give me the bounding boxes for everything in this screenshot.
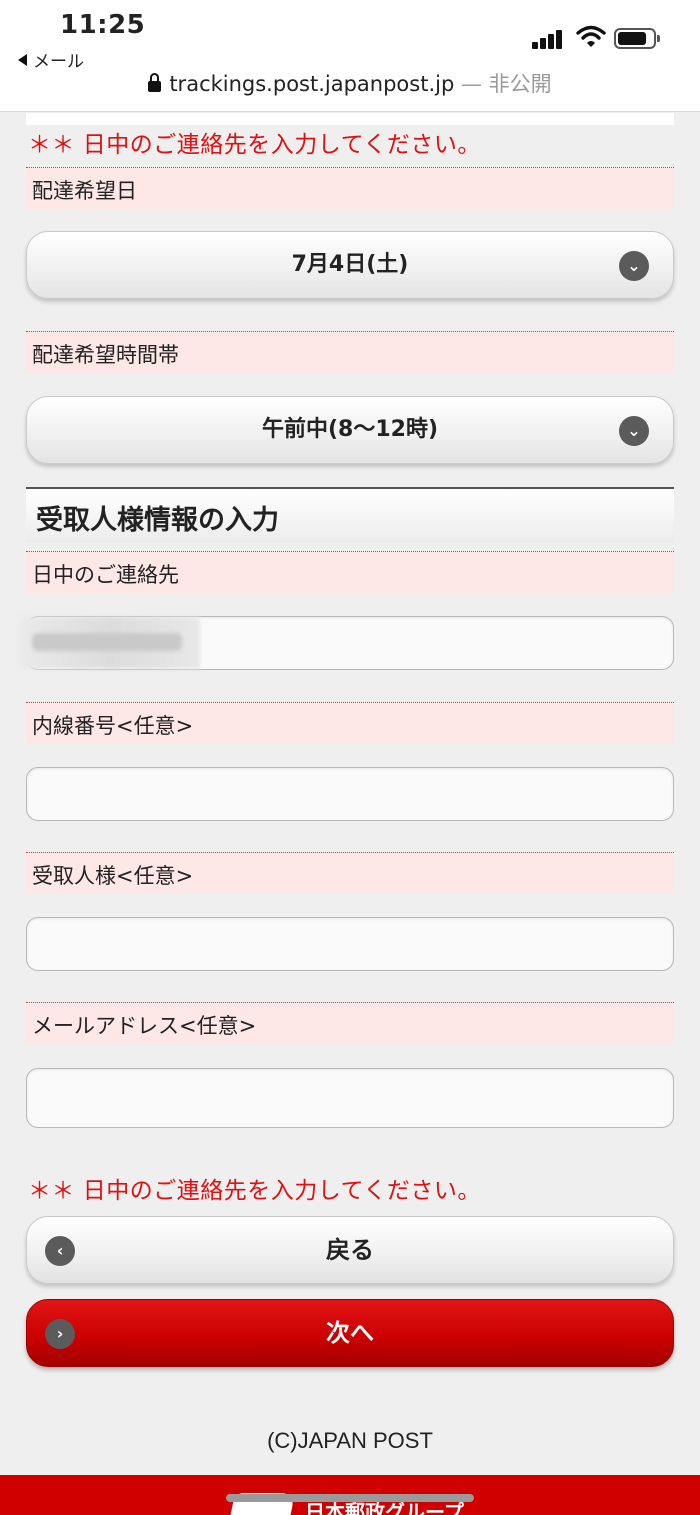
delivery-date-value: 7月4日(土) (291, 252, 409, 277)
clock: 11:25 (60, 10, 146, 40)
status-bar: 11:25 メール trackings.post.japanpost.jp — … (0, 0, 700, 112)
content-top-strip (26, 113, 674, 125)
recipient-name-input[interactable] (26, 917, 674, 971)
delivery-date-select[interactable]: 7月4日(土) ⌄ (26, 231, 674, 299)
address-bar[interactable]: trackings.post.japanpost.jp — 非公開 (0, 68, 700, 98)
back-button[interactable]: ‹ 戻る (26, 1216, 674, 1284)
daytime-contact-label: 日中のご連絡先 (26, 551, 674, 593)
delivery-time-select[interactable]: 午前中(8〜12時) ⌄ (26, 396, 674, 464)
copyright-text: (C)JAPAN POST (267, 1428, 433, 1453)
chevron-down-icon: ⌄ (619, 416, 649, 446)
extension-label: 内線番号<任意> (26, 702, 674, 744)
system-icons (532, 25, 662, 53)
delivery-time-value: 午前中(8〜12時) (261, 417, 439, 442)
warning-message-bottom: ＊＊ 日中のご連絡先を入力してください。 (28, 1178, 481, 1204)
redacted-phone-number (20, 617, 200, 669)
recipient-name-label: 受取人様<任意> (26, 852, 674, 894)
section-title-recipient-info: 受取人様情報の入力 (26, 487, 674, 543)
chevron-down-icon: ⌄ (619, 251, 649, 281)
warning-message-top: ＊＊ 日中のご連絡先を入力してください。 (28, 132, 481, 158)
battery-icon (614, 28, 660, 49)
email-label: メールアドレス<任意> (26, 1002, 674, 1044)
chevron-right-icon: › (45, 1319, 75, 1349)
back-arrow-icon (18, 54, 27, 66)
back-button-label: 戻る (326, 1236, 374, 1264)
url-host: trackings.post.japanpost.jp (169, 72, 455, 96)
delivery-time-label: 配達希望時間帯 (26, 331, 674, 373)
next-button[interactable]: › 次へ (26, 1299, 674, 1367)
wifi-icon (576, 25, 606, 47)
lock-icon (148, 73, 162, 92)
next-button-label: 次へ (326, 1319, 374, 1347)
email-input[interactable] (26, 1068, 674, 1128)
extension-input[interactable] (26, 767, 674, 821)
chevron-left-icon: ‹ (45, 1236, 75, 1266)
home-indicator[interactable] (226, 1494, 474, 1502)
delivery-date-label: 配達希望日 (26, 167, 674, 209)
url-privacy-label: — 非公開 (460, 72, 552, 96)
